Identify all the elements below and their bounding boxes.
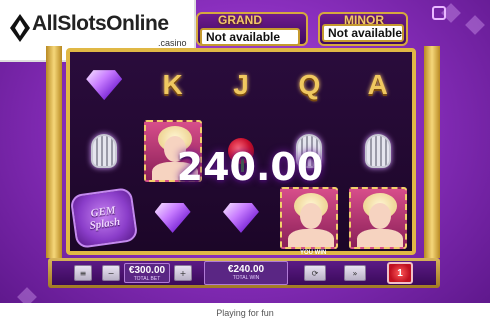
turbo-icon[interactable]: » bbox=[344, 265, 366, 281]
marilyn-portrait-icon bbox=[348, 186, 407, 249]
grand-jackpot-label: GRAND bbox=[218, 13, 262, 27]
right-pillar bbox=[424, 46, 440, 258]
spin-count: 1 bbox=[397, 267, 403, 279]
reel-cell bbox=[207, 185, 275, 251]
reel-cell: Q bbox=[275, 52, 343, 118]
left-pillar bbox=[46, 46, 62, 258]
minor-jackpot-value: Not available bbox=[322, 24, 404, 42]
reel-cell bbox=[70, 118, 138, 184]
reel-cell bbox=[138, 185, 206, 251]
gem-splash-icon: GEM Splash bbox=[69, 186, 139, 249]
bet-increase-button[interactable]: + bbox=[174, 265, 192, 281]
game-stage: AllSlotsOnline .casino GRAND Not availab… bbox=[0, 0, 490, 323]
letter-a-symbol: A bbox=[367, 69, 388, 101]
total-bet-label: TOTAL BET bbox=[133, 276, 161, 282]
microphone-icon bbox=[364, 134, 391, 169]
reel-cell: A bbox=[344, 52, 412, 118]
footer-bar: Playing for fun bbox=[0, 303, 490, 323]
diamond-deco-icon bbox=[465, 15, 485, 35]
letter-q-symbol: Q bbox=[298, 69, 321, 101]
reel-cell: K bbox=[138, 52, 206, 118]
total-bet-value: €300.00 bbox=[128, 265, 166, 276]
letter-j-symbol: J bbox=[233, 69, 249, 101]
bet-decrease-button[interactable]: − bbox=[102, 265, 120, 281]
letter-k-symbol: K bbox=[162, 69, 183, 101]
logo-subtext: .casino bbox=[158, 38, 187, 48]
reel-cell bbox=[70, 52, 138, 118]
logo-diamond-icon bbox=[10, 14, 30, 42]
logo-text: AllSlotsOnline bbox=[32, 12, 169, 35]
win-amount: 240.00 bbox=[176, 145, 324, 189]
you-win-label: YOU WIN bbox=[300, 250, 327, 256]
gem-icon bbox=[154, 202, 191, 233]
reel-cell bbox=[275, 185, 343, 251]
total-win-display: €240.00 TOTAL WIN bbox=[204, 261, 288, 285]
autoplay-icon[interactable]: ⟳ bbox=[304, 265, 326, 281]
gem-icon bbox=[222, 202, 259, 233]
total-win-value: €240.00 bbox=[227, 264, 265, 275]
settings-icon[interactable]: ≡ bbox=[74, 265, 92, 281]
microphone-icon bbox=[91, 134, 118, 169]
reel-cell bbox=[344, 185, 412, 251]
total-bet-display: €300.00 TOTAL BET bbox=[124, 263, 170, 283]
marilyn-portrait-icon bbox=[280, 186, 339, 249]
reel-cell bbox=[344, 118, 412, 184]
total-win-label: TOTAL WIN bbox=[232, 275, 260, 281]
spin-button[interactable]: 1 bbox=[387, 262, 413, 284]
menu-icon[interactable] bbox=[432, 6, 446, 20]
reel-cell: J bbox=[207, 52, 275, 118]
footer-text: Playing for fun bbox=[216, 308, 274, 318]
reel-cell: GEM Splash bbox=[69, 185, 139, 251]
gem-icon bbox=[86, 70, 123, 101]
grand-jackpot-value: Not available bbox=[200, 28, 300, 46]
